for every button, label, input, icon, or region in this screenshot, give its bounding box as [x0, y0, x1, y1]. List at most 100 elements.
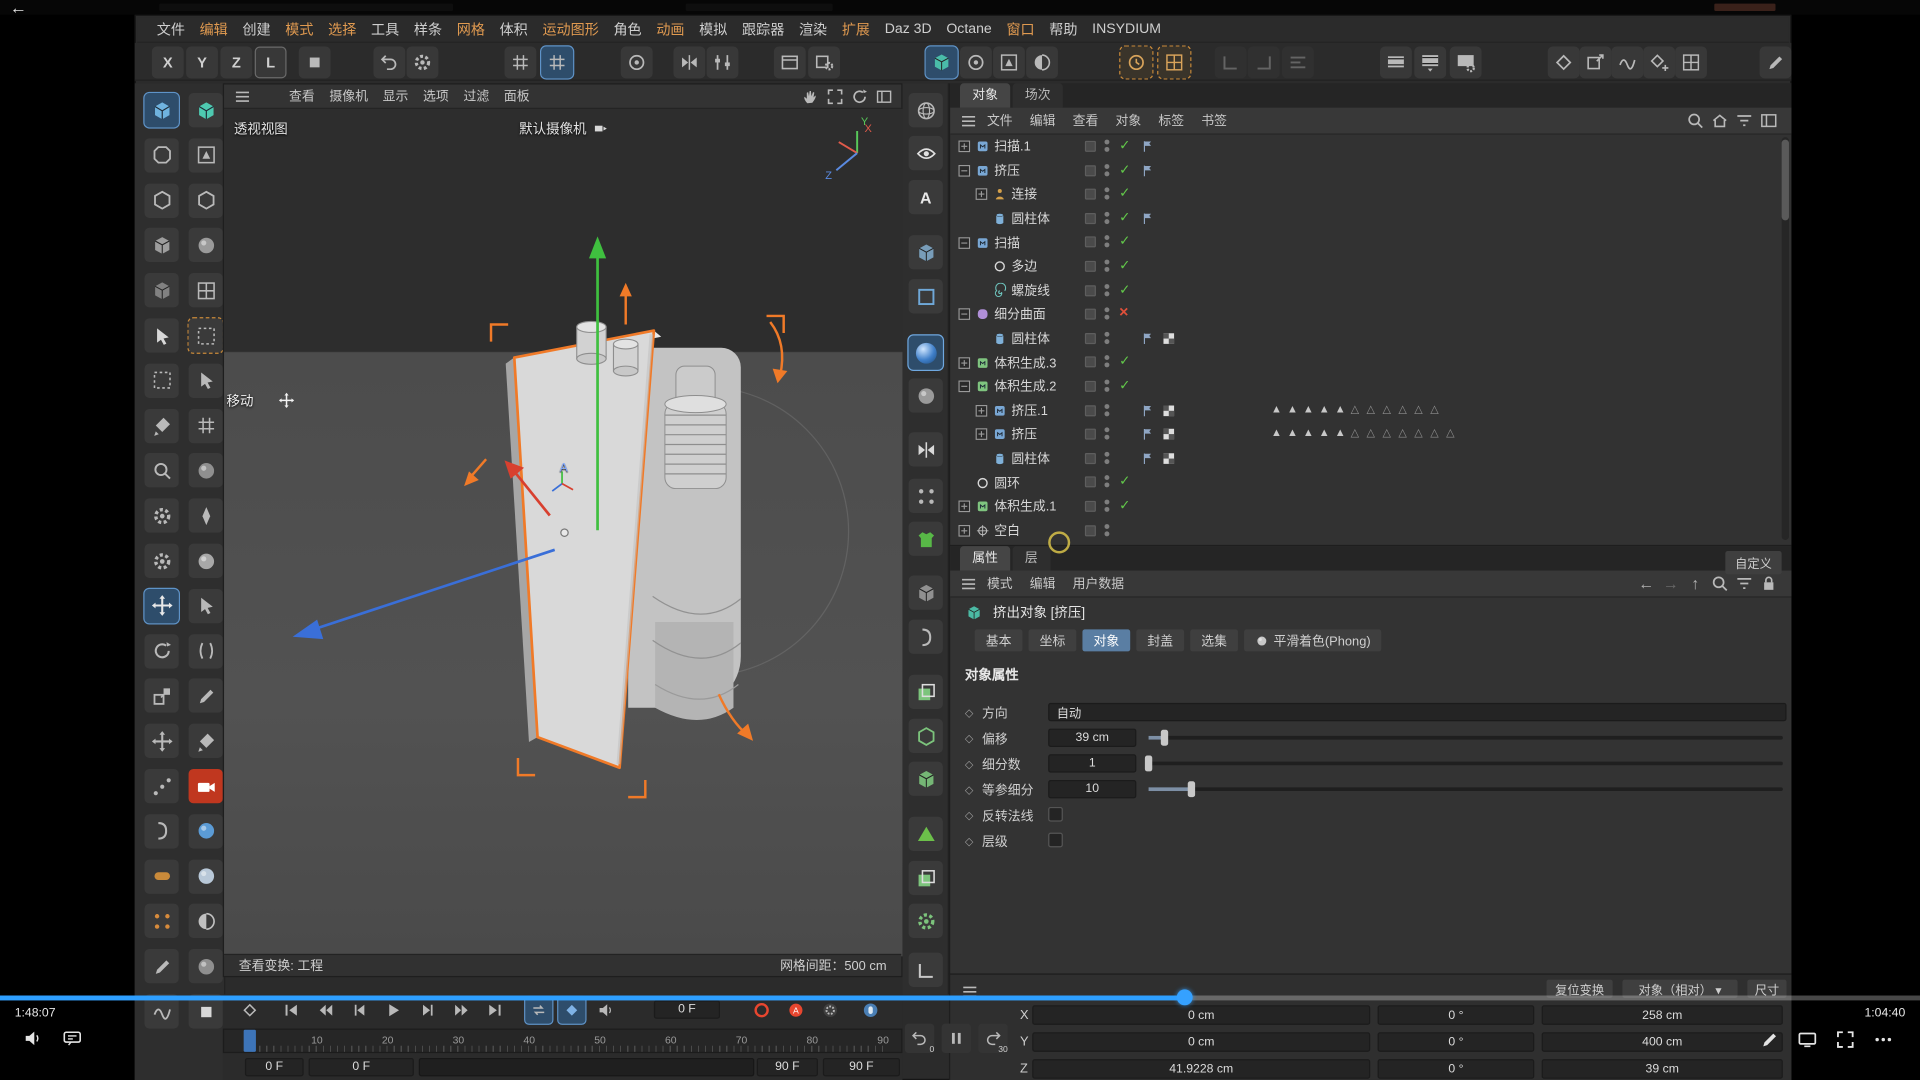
selection-tag-triangle[interactable]: △	[1367, 428, 1375, 439]
gizmo-z-axis[interactable]	[310, 550, 555, 631]
zoom-view-icon[interactable]	[825, 87, 845, 107]
layer-chip[interactable]	[1085, 381, 1096, 392]
menu-文件[interactable]: 文件	[149, 20, 192, 40]
selection-tag-triangle[interactable]: △	[1351, 404, 1359, 415]
menu-模式[interactable]: 模式	[278, 20, 321, 40]
field-slider[interactable]	[1149, 762, 1783, 766]
om-menu-书签[interactable]: 书签	[1193, 111, 1236, 129]
sphere-object-icon[interactable]	[909, 336, 943, 370]
visibility-icon[interactable]	[909, 136, 943, 170]
tree-expander-icon[interactable]	[958, 308, 971, 321]
visibility-dots[interactable]	[1104, 428, 1110, 443]
transform-tool-icon[interactable]	[144, 724, 178, 758]
cube-object-icon[interactable]	[909, 235, 943, 269]
edit-pencil-icon[interactable]	[1760, 47, 1792, 79]
checker-tag-icon[interactable]	[1161, 330, 1177, 346]
selection-tag-triangle[interactable]: △	[1398, 428, 1406, 439]
attr-section-tab-对象[interactable]: 对象	[1082, 629, 1130, 651]
attr-menu-icon[interactable]	[959, 574, 979, 594]
layer-chip[interactable]	[1085, 189, 1096, 200]
autokey-a-button[interactable]: A	[782, 997, 809, 1024]
tree-expander-icon[interactable]	[975, 428, 988, 441]
viewport-menu-查看[interactable]: 查看	[282, 87, 322, 105]
selection-tag-triangle[interactable]: ▲	[1303, 428, 1314, 439]
fullscreen-icon[interactable]	[1834, 1029, 1856, 1051]
selection-tag-triangle[interactable]: △	[1367, 404, 1375, 415]
layer-chip[interactable]	[1085, 405, 1096, 416]
attr-section-tab-坐标[interactable]: 坐标	[1029, 629, 1077, 651]
tree-expander-icon[interactable]	[958, 524, 971, 537]
om-tab-场次[interactable]: 场次	[1013, 83, 1063, 107]
effector-icon[interactable]	[909, 479, 943, 513]
dashed-select-tool-icon[interactable]	[189, 318, 223, 352]
menu-模拟[interactable]: 模拟	[692, 20, 735, 40]
layer-chip[interactable]	[1085, 261, 1096, 272]
hook-tool-icon[interactable]	[144, 814, 178, 848]
menu-角色[interactable]: 角色	[606, 20, 649, 40]
layer-chip[interactable]	[1085, 237, 1096, 248]
attr-tab-属性[interactable]: 属性	[960, 546, 1010, 570]
selection-tag-triangle[interactable]: △	[1382, 404, 1390, 415]
selection-tag-triangle[interactable]: ▲	[1335, 428, 1346, 439]
coord-system-icon[interactable]	[373, 47, 405, 79]
timeline-ruler[interactable]: 102030405060708090	[223, 1029, 903, 1053]
annotate-icon[interactable]	[1758, 1029, 1780, 1051]
live-select-tool-icon[interactable]	[189, 589, 223, 623]
attr-tab-层[interactable]: 层	[1013, 546, 1050, 570]
material-ball-2[interactable]	[189, 859, 223, 893]
record-position-button[interactable]	[748, 997, 775, 1024]
range-field-3[interactable]: 90 F	[823, 1058, 900, 1076]
object-row[interactable]: 挤压▲▲▲▲▲△△△△△△△	[950, 423, 1792, 447]
tree-expander-icon[interactable]	[958, 380, 971, 393]
select-arrow-tool-icon[interactable]	[144, 318, 178, 352]
viewport-menu-摄像机[interactable]: 摄像机	[322, 87, 375, 105]
viewport-menu-过滤[interactable]: 过滤	[456, 87, 496, 105]
poly-object-2-tool-icon[interactable]	[189, 93, 223, 127]
tree-expander-icon[interactable]	[958, 140, 971, 153]
orbit-icon[interactable]	[850, 87, 870, 107]
gear-plus-tool-icon[interactable]	[144, 499, 178, 533]
field-value[interactable]: 39 cm	[1048, 729, 1136, 747]
octagon-tool-icon[interactable]	[144, 138, 178, 172]
pause-button[interactable]	[942, 1024, 971, 1053]
field-value[interactable]: 10	[1048, 780, 1136, 798]
object-row[interactable]: 体积生成.3✓	[950, 351, 1792, 375]
goto-start-button[interactable]	[278, 997, 305, 1024]
tree-expander-icon[interactable]	[958, 236, 971, 249]
layer-chip[interactable]	[1085, 453, 1096, 464]
selection-tag-triangle[interactable]: △	[1414, 428, 1422, 439]
enabled-check[interactable]: ✓	[1119, 377, 1130, 393]
orientation-gizmo[interactable]: X Y Z	[820, 116, 889, 185]
selection-tag-triangle[interactable]: △	[1382, 428, 1390, 439]
menu-样条[interactable]: 样条	[407, 20, 450, 40]
enabled-check[interactable]: ✓	[1119, 185, 1130, 201]
field-checkbox[interactable]	[1048, 833, 1063, 848]
spline-wrap-icon[interactable]	[909, 620, 943, 654]
menu-Daz 3D[interactable]: Daz 3D	[877, 22, 939, 37]
attr-menu-编辑[interactable]: 编辑	[1021, 574, 1064, 592]
anim-diamond-icon[interactable]: ◇	[965, 758, 973, 771]
slider-knob[interactable]	[1188, 781, 1195, 797]
draw-tool-icon[interactable]	[189, 679, 223, 713]
visibility-dots[interactable]	[1104, 356, 1110, 371]
pip-icon[interactable]	[1796, 1029, 1818, 1051]
anim-diamond-icon[interactable]: ◇	[965, 707, 973, 720]
coords-X-size-field[interactable]: 258 cm	[1542, 1005, 1783, 1025]
layer-chip[interactable]	[1085, 213, 1096, 224]
anim-diamond-icon[interactable]: ◇	[965, 809, 973, 822]
menu-渲染[interactable]: 渲染	[792, 20, 835, 40]
render-settings-button[interactable]	[1450, 47, 1482, 79]
flag-tag-icon[interactable]	[1140, 138, 1156, 154]
key-diamond-icon[interactable]	[1548, 47, 1580, 79]
om-scroll-thumb[interactable]	[1782, 140, 1789, 221]
path-dots-tool-icon[interactable]	[144, 769, 178, 803]
volume-builder-icon[interactable]	[909, 675, 943, 709]
remesh-icon[interactable]	[909, 817, 943, 851]
flag-tag-icon[interactable]	[1140, 402, 1156, 418]
sphere-tool-icon[interactable]	[189, 228, 223, 262]
cube-sphere-tool-icon[interactable]	[189, 138, 223, 172]
axis-half-icon[interactable]	[1026, 47, 1058, 79]
keyframe-box-icon[interactable]	[1158, 47, 1190, 79]
checker-tag-icon[interactable]	[1161, 402, 1177, 418]
menu-编辑[interactable]: 编辑	[192, 20, 235, 40]
